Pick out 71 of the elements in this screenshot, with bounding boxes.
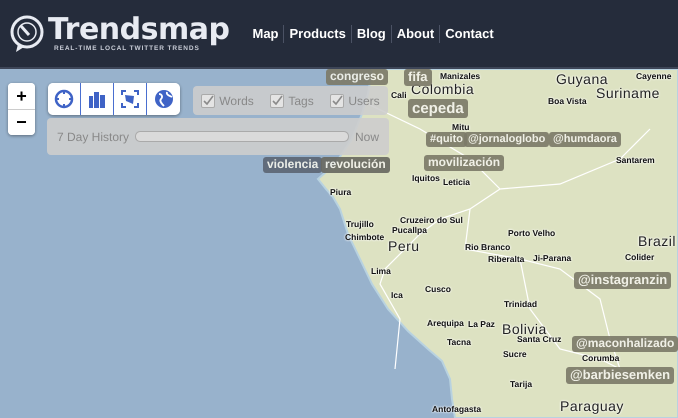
city-label: Manizales <box>440 71 480 81</box>
country-label: Bolivia <box>502 321 547 337</box>
logo-title: Trendsmap <box>48 15 230 45</box>
nav-link[interactable]: Contact <box>440 24 499 42</box>
filter-checkbox[interactable]: Users <box>330 94 380 108</box>
city-label: Corumba <box>582 353 620 363</box>
nav-link[interactable]: Map <box>247 24 284 42</box>
city-label: Trinidad <box>504 299 538 309</box>
map[interactable] <box>0 69 678 418</box>
nav-link[interactable]: About <box>392 24 440 42</box>
trend-tag[interactable]: movilización <box>424 155 504 171</box>
zoom-in-button[interactable]: + <box>8 83 35 109</box>
trend-tag[interactable]: @barbiesemken <box>566 367 674 384</box>
city-label: Cusco <box>425 284 451 294</box>
crosshair-icon <box>54 89 74 109</box>
trend-tag[interactable]: @humdaora <box>549 132 621 147</box>
city-label: Riberalta <box>488 254 524 264</box>
tool-button[interactable] <box>48 83 81 115</box>
country-label: Paraguay <box>560 398 624 414</box>
tool-button[interactable] <box>114 83 147 115</box>
frame-icon <box>120 89 140 109</box>
tool-button[interactable] <box>147 83 180 115</box>
city-label: Antofagasta <box>432 404 482 414</box>
country-label: Guyana <box>556 71 608 87</box>
country-label: Suriname <box>596 85 660 101</box>
now-label: Now <box>354 130 379 144</box>
city-label: Colider <box>625 252 654 262</box>
city-label: Iquitos <box>412 173 440 183</box>
nav-link[interactable]: Products <box>284 24 352 42</box>
city-label: Sucre <box>503 349 527 359</box>
city-label: Lima <box>371 266 391 276</box>
trend-tag[interactable]: cepeda <box>408 99 468 118</box>
zoom-out-button[interactable]: − <box>8 109 35 135</box>
city-label: Porto Velho <box>508 228 556 238</box>
city-label: Rio Branco <box>465 242 510 252</box>
city-label: Trujillo <box>346 219 374 229</box>
nav-link[interactable]: Blog <box>352 24 392 42</box>
city-label: Leticia <box>443 177 470 187</box>
trend-tag[interactable]: #quito <box>426 132 467 147</box>
city-label: Cruzeiro do Sul <box>400 215 463 225</box>
city-label: Cayenne <box>636 71 672 81</box>
city-label: Arequipa <box>427 318 464 328</box>
country-label: Peru <box>388 238 420 254</box>
city-label: Ica <box>391 290 403 300</box>
buildings-icon <box>87 89 107 109</box>
history-label: 7 Day History <box>57 130 130 144</box>
city-label: Chimbote <box>345 232 384 242</box>
filter-checkbox[interactable]: Tags <box>270 94 314 108</box>
city-label: Mitu <box>452 122 470 132</box>
city-label: Boa Vista <box>548 96 587 106</box>
city-label: Piura <box>330 187 352 197</box>
trend-tag[interactable]: congreso <box>326 69 388 85</box>
logo-icon <box>10 14 44 52</box>
trend-tag[interactable]: @jornaloglobo <box>464 132 550 147</box>
city-label: Tacna <box>447 337 471 347</box>
city-label: Santa Cruz <box>517 334 562 344</box>
trend-tag[interactable]: fifa <box>404 69 432 86</box>
city-label: Pucallpa <box>392 225 427 235</box>
city-label: Tarija <box>510 379 532 389</box>
city-label: Cali <box>391 90 407 100</box>
trend-tag[interactable]: violencia <box>263 157 322 173</box>
trend-tag[interactable]: @maconhalizado <box>572 336 678 352</box>
city-label: Santarem <box>616 155 655 165</box>
globe-icon <box>154 89 174 109</box>
tool-button[interactable] <box>81 83 114 115</box>
filter-checkbox[interactable]: Words <box>201 94 254 108</box>
city-label: Ji-Parana <box>533 253 572 263</box>
country-label: Brazil <box>638 233 676 249</box>
trend-tag[interactable]: revolución <box>321 157 390 173</box>
city-label: La Paz <box>468 319 495 329</box>
trend-tag[interactable]: @instagranzin <box>574 272 672 289</box>
